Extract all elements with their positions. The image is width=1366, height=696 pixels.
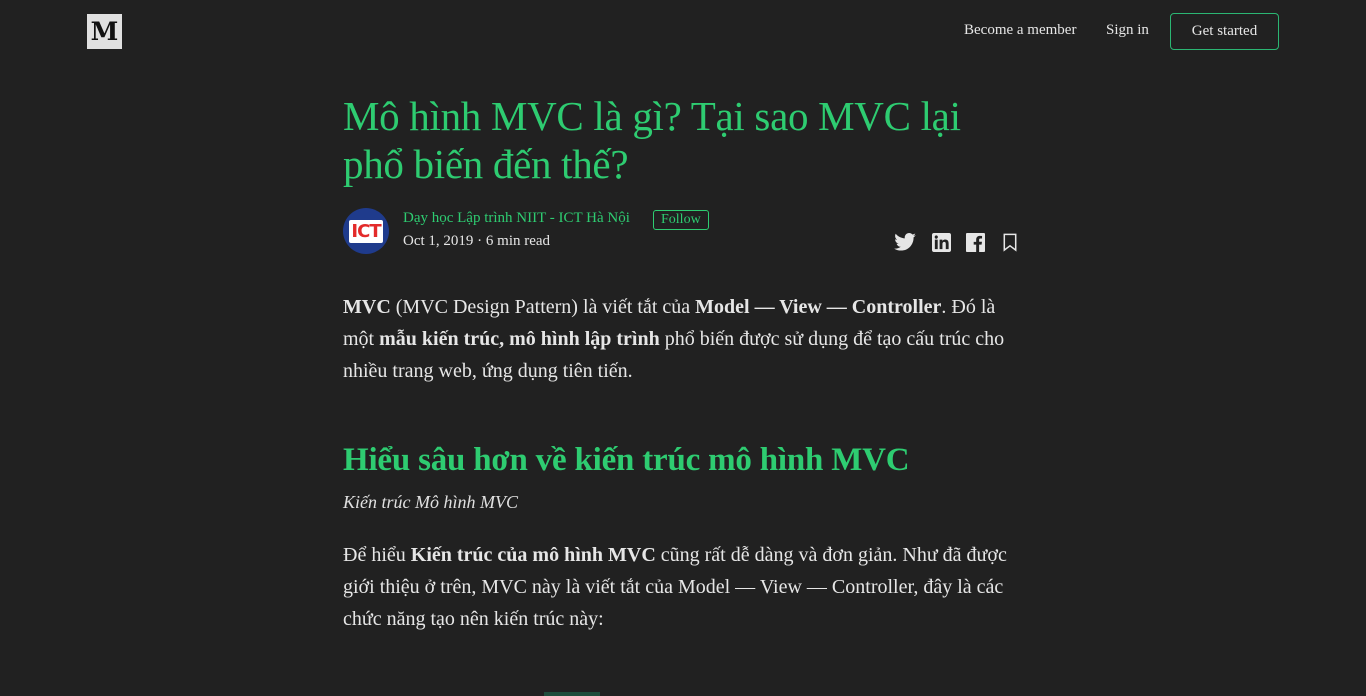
intro-paragraph: MVC (MVC Design Pattern) là viết tắt của… [343,291,1023,387]
get-started-button[interactable]: Get started [1170,13,1279,50]
author-row: ICT Dạy học Lập trình NIIT - ICT Hà Nội … [343,208,1023,254]
become-member-link[interactable]: Become a member [964,22,1076,39]
body-paragraph: Để hiểu Kiến trúc của mô hình MVC cũng r… [343,539,1023,635]
image-caption: Kiến trúc Mô hình MVC [343,492,518,512]
sign-in-link[interactable]: Sign in [1106,22,1149,39]
article: Mô hình MVC là gì? Tại sao MVC lại phổ b… [343,92,1023,635]
text-span: Để hiểu [343,544,411,566]
top-navigation: M Become a member Sign in Get started [0,0,1366,64]
author-avatar[interactable]: ICT [343,208,389,254]
author-name-link[interactable]: Dạy học Lập trình NIIT - ICT Hà Nội [403,210,630,227]
bold-text: Kiến trúc của mô hình MVC [410,544,656,566]
bold-text: mẫu kiến trúc, mô hình lập trình [379,328,660,350]
bookmark-icon[interactable] [999,232,1021,252]
bold-text: MVC [343,296,391,318]
avatar-logo-text: ICT [349,219,383,243]
twitter-icon[interactable] [894,232,916,252]
section-heading: Hiểu sâu hơn về kiến trúc mô hình MVC [343,442,910,478]
bottom-edge-tab [544,692,600,696]
linkedin-icon[interactable] [930,232,952,252]
follow-button[interactable]: Follow [653,210,709,230]
facebook-icon[interactable] [964,232,986,252]
medium-logo[interactable]: M [87,14,122,49]
article-title: Mô hình MVC là gì? Tại sao MVC lại phổ b… [343,93,961,187]
text-span: (MVC Design Pattern) là viết tắt của [390,296,696,318]
bold-text: Model — View — Controller [695,296,942,318]
article-meta: Oct 1, 2019 · 6 min read [403,233,551,249]
